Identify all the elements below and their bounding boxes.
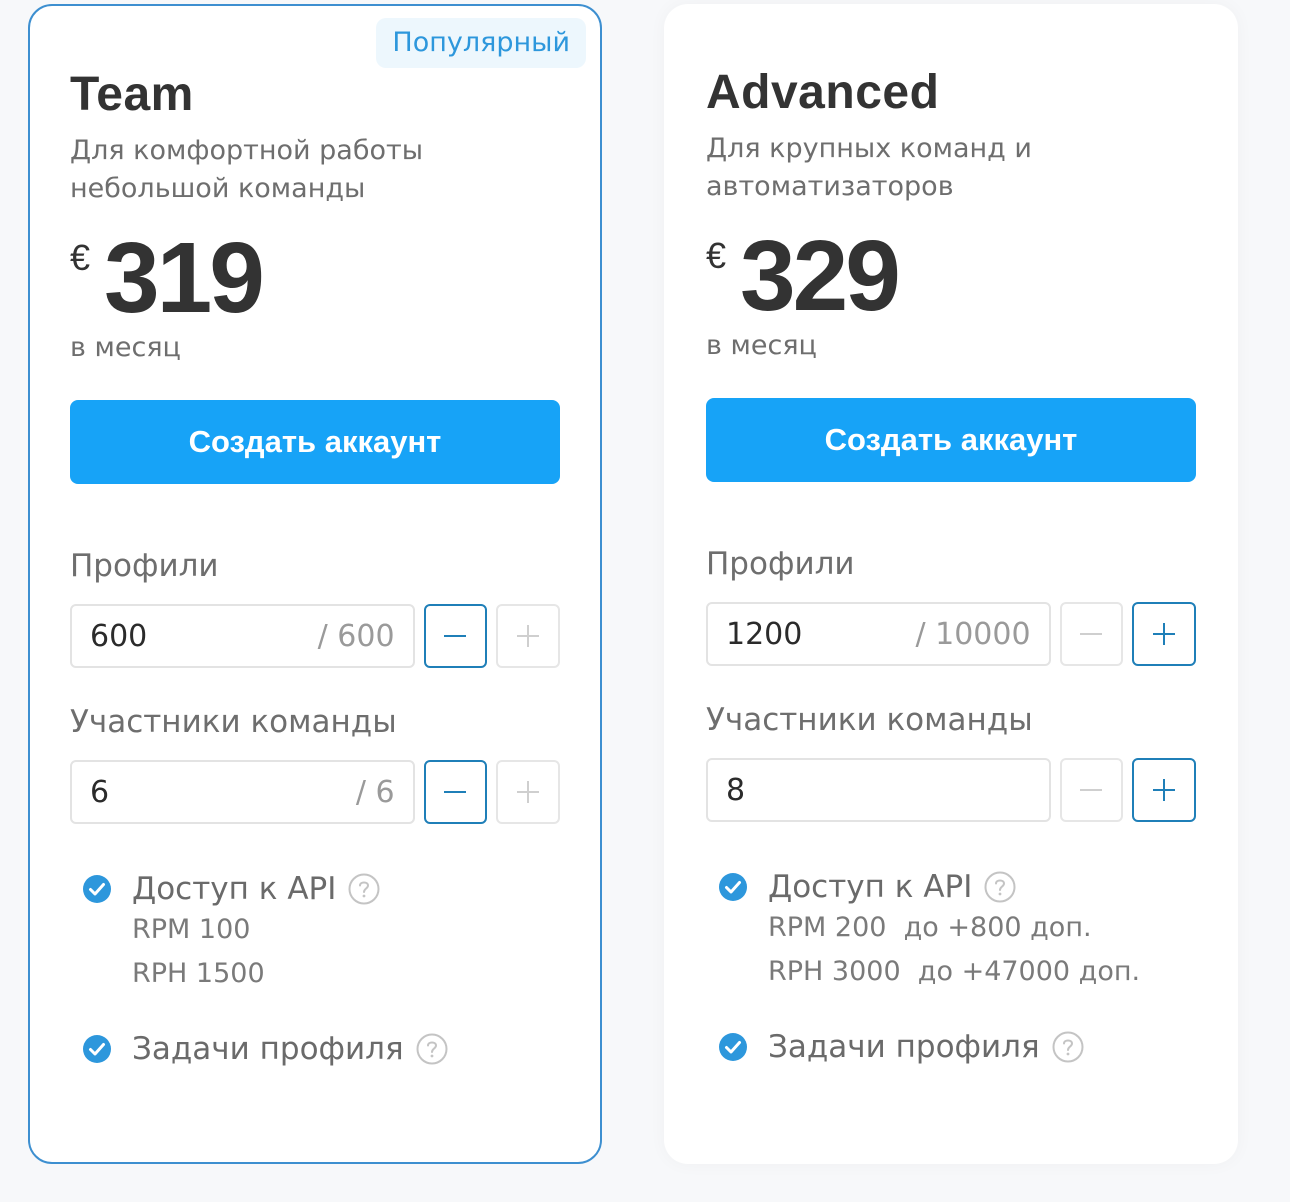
plus-icon xyxy=(1153,623,1176,645)
profiles-input[interactable]: 600 / 600 xyxy=(70,604,415,668)
members-max: / 6 xyxy=(355,774,395,810)
members-control: 8 xyxy=(706,758,1196,822)
profiles-input[interactable]: 1200 / 10000 xyxy=(706,602,1051,666)
members-input[interactable]: 8 xyxy=(706,758,1051,822)
feature-api: Доступ к API RPM 200 до +800 доп. RPH 30… xyxy=(718,868,1196,994)
plus-icon xyxy=(517,625,540,647)
plan-description: Для крупных команд и автоматизаторов xyxy=(706,133,1032,202)
feature-api: Доступ к API RPM 100 RPH 1500 xyxy=(82,870,560,996)
api-rpm: RPM 200 до +800 доп. xyxy=(768,912,1092,943)
create-account-button[interactable]: Создать аккаунт xyxy=(706,398,1196,482)
profiles-minus-button[interactable] xyxy=(423,604,488,668)
feature-api-title: Доступ к API xyxy=(132,871,337,907)
feature-tasks-title: Задачи профиля xyxy=(132,1031,404,1067)
price-amount: 319 xyxy=(104,222,265,334)
check-circle-icon xyxy=(719,1033,747,1061)
members-value: 8 xyxy=(726,772,746,808)
help-icon[interactable] xyxy=(984,871,1016,903)
feature-api-title: Доступ к API xyxy=(768,869,973,905)
members-plus-button[interactable] xyxy=(1132,758,1196,822)
profiles-plus-button[interactable] xyxy=(1132,602,1196,666)
currency-symbol: € xyxy=(70,237,91,278)
members-label: Участники команды xyxy=(706,702,1033,738)
api-rpm: RPM 100 xyxy=(132,914,251,945)
profiles-plus-button[interactable] xyxy=(496,604,560,668)
api-rph: RPH 3000 до +47000 доп. xyxy=(768,956,1141,987)
minus-icon xyxy=(444,635,467,637)
profiles-minus-button[interactable] xyxy=(1059,602,1124,666)
minus-icon xyxy=(1080,789,1103,791)
check-circle-icon xyxy=(719,873,747,901)
members-plus-button[interactable] xyxy=(496,760,560,824)
create-account-button[interactable]: Создать аккаунт xyxy=(70,400,560,484)
help-icon[interactable] xyxy=(348,873,380,905)
profiles-control: 600 / 600 xyxy=(70,604,560,668)
feature-tasks-title: Задачи профиля xyxy=(768,1029,1040,1065)
members-control: 6 / 6 xyxy=(70,760,560,824)
plan-description: Для комфортной работы небольшой команды xyxy=(70,135,424,204)
feature-list: Доступ к API RPM 200 до +800 доп. RPH 30… xyxy=(706,868,1196,1066)
feature-list: Доступ к API RPM 100 RPH 1500 Задачи про… xyxy=(70,870,560,1068)
profiles-max: / 10000 xyxy=(915,616,1031,652)
members-label: Участники команды xyxy=(70,704,397,740)
plan-card-advanced: Advanced Для крупных команд и автоматиза… xyxy=(664,4,1238,1164)
members-input[interactable]: 6 / 6 xyxy=(70,760,415,824)
billing-period: в месяц xyxy=(70,332,181,363)
members-value: 6 xyxy=(90,774,110,810)
profiles-value: 1200 xyxy=(726,616,803,652)
check-circle-icon xyxy=(83,1035,111,1063)
plus-icon xyxy=(1153,779,1176,801)
price-row: € 329 xyxy=(706,226,1196,326)
price-row: € 319 xyxy=(70,228,560,328)
billing-period: в месяц xyxy=(706,330,817,361)
profiles-value: 600 xyxy=(90,618,148,654)
plus-icon xyxy=(517,781,540,803)
help-icon[interactable] xyxy=(1052,1031,1084,1063)
profiles-control: 1200 / 10000 xyxy=(706,602,1196,666)
plan-name: Team xyxy=(70,68,194,121)
help-icon[interactable] xyxy=(416,1033,448,1065)
api-rph: RPH 1500 xyxy=(132,958,265,989)
members-minus-button[interactable] xyxy=(1059,758,1124,822)
plan-card-team: Популярный Team Для комфортной работы не… xyxy=(28,4,602,1164)
feature-tasks: Задачи профиля xyxy=(82,1030,560,1068)
members-minus-button[interactable] xyxy=(423,760,488,824)
plan-name: Advanced xyxy=(706,66,940,119)
profiles-label: Профили xyxy=(70,548,219,584)
feature-tasks: Задачи профиля xyxy=(718,1028,1196,1066)
profiles-label: Профили xyxy=(706,546,855,582)
minus-icon xyxy=(1080,633,1103,635)
popular-badge: Популярный xyxy=(376,18,586,68)
check-circle-icon xyxy=(83,875,111,903)
minus-icon xyxy=(444,791,467,793)
profiles-max: / 600 xyxy=(317,618,395,654)
price-amount: 329 xyxy=(740,220,901,332)
currency-symbol: € xyxy=(706,235,727,276)
